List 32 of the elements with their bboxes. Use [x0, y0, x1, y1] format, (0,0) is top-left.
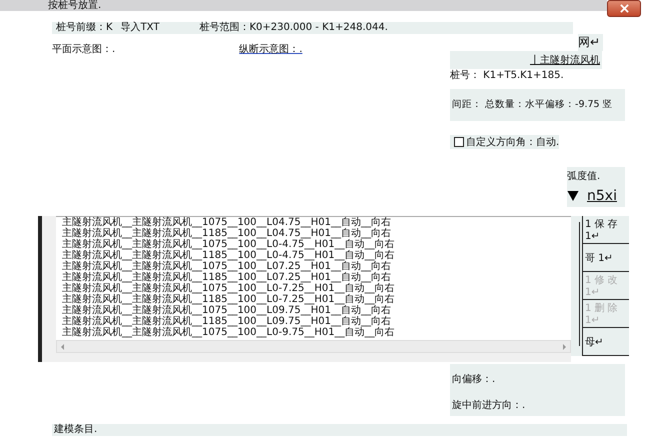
grid-label: 网↵: [578, 34, 603, 51]
list-item[interactable]: 主隧射流风机__主隧射流风机__1185__100__L04.75__H01__自动__向右: [56, 228, 571, 239]
modeling-label: 建模条目.: [52, 424, 627, 436]
close-icon: [620, 4, 628, 13]
side-button[interactable]: 1 保 存 1↵: [583, 216, 629, 244]
side-button[interactable]: 哥 1↵: [583, 244, 629, 272]
dropdown-arrow-icon[interactable]: [567, 191, 579, 201]
prefix-label: 桩号前缀：K: [56, 22, 113, 34]
spacing-label: 间距： 总数量：水平偏移：-9.75 竖: [450, 89, 625, 121]
side-button[interactable]: 母↵: [583, 328, 629, 356]
station-label: 桩号： K1+T5.K1+185.: [450, 69, 564, 83]
offset-label: 向偏移：.: [452, 373, 496, 386]
list-item[interactable]: 主隧射流风机__主隧射流风机__1075__100__L07.25__H01__自动__向右: [56, 261, 571, 272]
list-item[interactable]: 主隧射流风机__主隧射流风机__1185__100__L07.25__H01__自动__向右: [56, 272, 571, 283]
import-button[interactable]: 导入TXT: [112, 22, 160, 34]
list-item[interactable]: 主隧射流风机__主隧射流风机__1185__100__L09.75__H01__自动__向右: [56, 316, 571, 327]
section-heading: 丨主隧射流风机: [450, 51, 602, 69]
list-item[interactable]: 主隧射流风机__主隧射流风机__1075__100__L04.75__H01__自动__向右: [56, 217, 571, 228]
range-label: 桩号范围：K0+230.000 - K1+248.044.: [199, 22, 388, 34]
list-item[interactable]: 主隧射流风机__主隧射流风机__1075__100__L0-7.25__H01__自动__向右: [56, 283, 571, 294]
list-item[interactable]: 主隧射流风机__主隧射流风机__1185__100__L0-4.75__H01__自动__向右: [56, 250, 571, 261]
list-item[interactable]: 主隧射流风机__主隧射流风机__1075__100__L0-9.75__H01__自动__向右: [56, 327, 571, 338]
view-label: 平面示意图：.: [52, 42, 116, 56]
list-item[interactable]: 主隧射流风机__主隧射流风机__1075__100__L09.75__H01__自动__向右: [56, 305, 571, 316]
checkbox-label: 自定义方向角：自动.: [466, 136, 560, 149]
checkbox[interactable]: [454, 137, 464, 147]
radian-label: 弧度值.: [567, 167, 625, 185]
list-item[interactable]: 主隧射流风机__主隧射流风机__1075__100__L0-4.75__H01__自动__向右: [56, 239, 571, 250]
close-button[interactable]: [607, 0, 641, 17]
direction-label: 旋中前进方向：.: [452, 398, 526, 412]
view-link[interactable]: 纵断示意图：.: [239, 42, 302, 56]
list-item[interactable]: 主隧射流风机__主隧射流风机__1185__100__L0-7.25__H01__自动__向右: [56, 294, 571, 305]
